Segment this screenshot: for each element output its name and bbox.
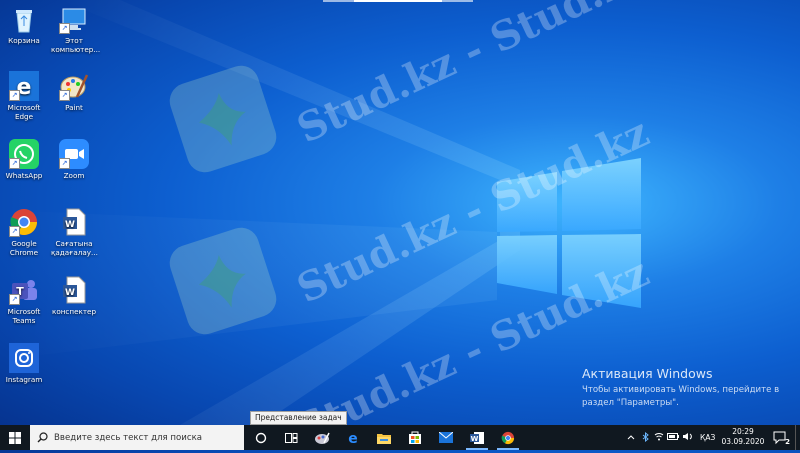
desktop-icon-recycle-bin[interactable]: Корзина xyxy=(1,4,47,45)
desktop-icon-label: Microsoft Teams xyxy=(7,307,41,325)
file-explorer-icon xyxy=(377,433,391,444)
word-doc-icon: W xyxy=(59,275,89,305)
clock[interactable]: 20:29 03.09.2020 xyxy=(718,427,768,447)
teams-icon: T ↗ xyxy=(9,275,39,305)
windows-start-icon xyxy=(9,431,21,444)
desktop-icon-label: Сағатына қадағалау... xyxy=(51,239,98,257)
desktop-icon-word-document[interactable]: W Сағатына қадағалау... xyxy=(51,207,98,257)
desktop-icon-label: Корзина xyxy=(8,36,40,45)
clock-time: 20:29 xyxy=(732,427,754,436)
battery-icon[interactable] xyxy=(666,433,680,442)
wifi-icon[interactable] xyxy=(652,432,666,443)
windows-activation-notice: Активация Windows Чтобы активировать Win… xyxy=(582,366,779,410)
bluetooth-icon[interactable] xyxy=(638,431,652,444)
desktop-icon-label: Этот компьютер... xyxy=(51,36,101,54)
task-view-icon xyxy=(284,432,297,443)
language-indicator[interactable]: ҚАЗ xyxy=(700,433,715,442)
word-icon: W xyxy=(470,431,484,444)
clock-date: 03.09.2020 xyxy=(721,437,765,446)
edge-icon: e ↗ xyxy=(9,71,39,101)
instagram-icon xyxy=(9,343,39,373)
zoom-icon: ↗ xyxy=(59,139,89,169)
desktop-icon-label: Instagram xyxy=(5,375,43,384)
desktop-icon-zoom[interactable]: ↗ Zoom xyxy=(51,139,97,180)
taskbar-store-button[interactable] xyxy=(400,425,430,450)
activation-line: раздел "Параметры". xyxy=(582,398,679,408)
desktop-icon-instagram[interactable]: Instagram xyxy=(1,343,47,384)
desktop-icon-this-pc[interactable]: ↗ Этот компьютер... xyxy=(51,4,101,54)
mail-icon xyxy=(439,432,453,443)
cortana-icon xyxy=(255,432,267,443)
activation-line: Чтобы активировать Windows, перейдите в xyxy=(582,385,780,395)
start-button[interactable] xyxy=(0,425,30,450)
show-hidden-icons-chevron-icon[interactable] xyxy=(624,433,638,442)
desktop-icon-label: конспектер xyxy=(51,307,97,316)
edge-icon: e xyxy=(348,431,358,445)
app-icon xyxy=(315,432,330,444)
taskbar-word-button[interactable]: W xyxy=(462,425,492,450)
top-edge-indicator xyxy=(323,0,473,2)
recycle-bin-icon xyxy=(9,4,39,34)
volume-icon[interactable] xyxy=(680,432,694,443)
svg-text:W: W xyxy=(65,288,75,298)
desktop-icon-label: Zoom xyxy=(63,171,85,180)
desktop-icon-edge[interactable]: e ↗ Microsoft Edge xyxy=(1,71,47,121)
show-desktop-button[interactable] xyxy=(795,425,800,450)
taskbar-chrome-button[interactable] xyxy=(493,425,523,450)
taskbar-search-box[interactable]: Введите здесь текст для поиска xyxy=(30,425,244,450)
watermark-logo xyxy=(165,223,281,339)
taskbar-mail-button[interactable] xyxy=(431,425,461,450)
taskbar-edge-button[interactable]: e xyxy=(338,425,368,450)
chrome-icon: ↗ xyxy=(9,207,39,237)
system-tray: ҚАЗ xyxy=(624,425,715,450)
cortana-button[interactable] xyxy=(246,425,276,450)
desktop-icon-chrome[interactable]: ↗ Google Chrome xyxy=(1,207,47,257)
desktop-icon-teams[interactable]: T ↗ Microsoft Teams xyxy=(1,275,47,325)
desktop-icon-label: Microsoft Edge xyxy=(7,103,41,121)
action-center-button[interactable]: 2 xyxy=(768,425,794,450)
desktop-icon-label: Paint xyxy=(65,103,83,112)
watermark-logo xyxy=(165,61,281,177)
this-pc-icon: ↗ xyxy=(59,4,89,34)
chrome-icon xyxy=(501,431,515,444)
word-doc-icon: W xyxy=(59,207,89,237)
activation-title: Активация Windows xyxy=(582,366,713,381)
taskbar-app-button[interactable] xyxy=(307,425,337,450)
svg-text:W: W xyxy=(65,220,75,230)
desktop-icon-label: WhatsApp xyxy=(5,171,43,180)
taskbar-file-explorer-button[interactable] xyxy=(369,425,399,450)
svg-text:W: W xyxy=(471,435,479,443)
search-placeholder: Введите здесь текст для поиска xyxy=(54,432,203,443)
task-view-button[interactable] xyxy=(276,425,306,450)
desktop-icon-paint[interactable]: ↗ Paint xyxy=(51,71,97,112)
taskbar: Введите здесь текст для поиска e W ҚАЗ 2… xyxy=(0,425,800,450)
task-view-tooltip: Представление задач xyxy=(250,411,347,425)
store-icon xyxy=(409,431,421,444)
desktop-icon-label: Google Chrome xyxy=(9,239,39,257)
desktop-icon-word-document[interactable]: W конспектер xyxy=(51,275,97,316)
desktop-icon-whatsapp[interactable]: ↗ WhatsApp xyxy=(1,139,47,180)
paint-icon: ↗ xyxy=(59,71,89,101)
svg-text:e: e xyxy=(348,431,358,445)
search-icon xyxy=(37,432,48,443)
notification-count: 2 xyxy=(785,438,790,446)
whatsapp-icon: ↗ xyxy=(9,139,39,169)
